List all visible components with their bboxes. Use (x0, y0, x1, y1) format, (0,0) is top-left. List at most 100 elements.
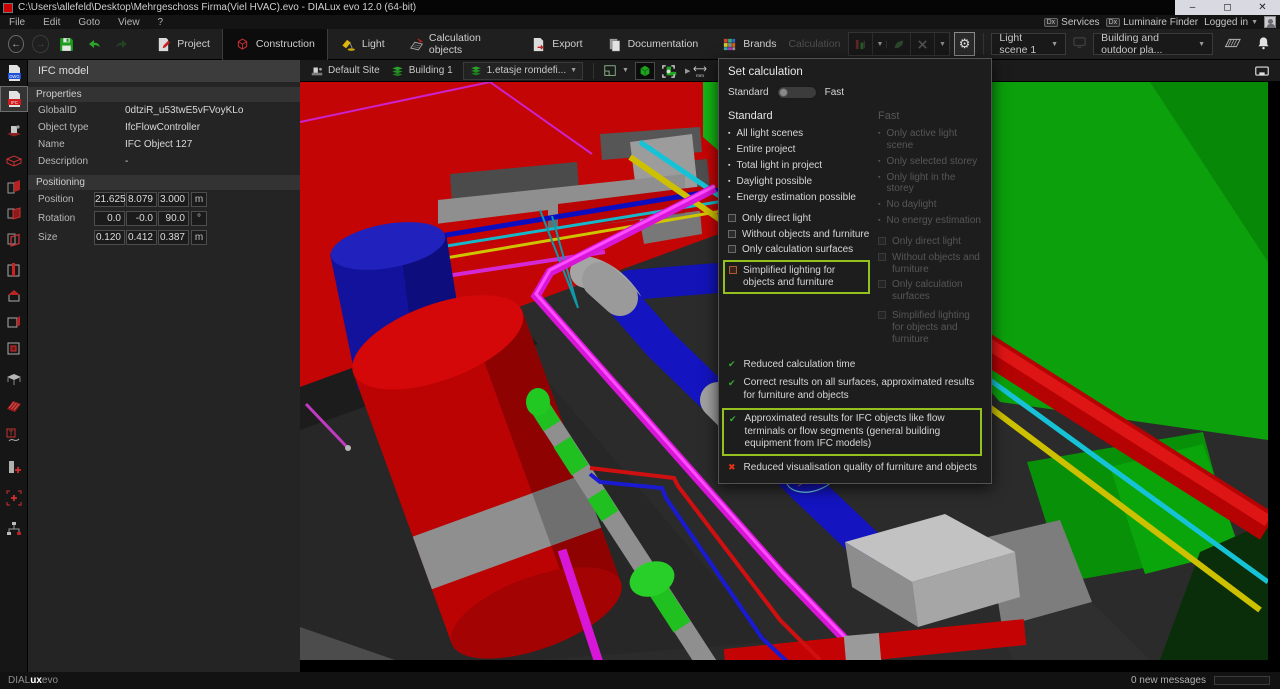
standard-bullet: ▪Energy estimation possible (728, 192, 870, 204)
calculation-mode-toggle[interactable] (777, 86, 817, 99)
floor-plan-button[interactable] (600, 62, 620, 80)
tab-export[interactable]: Export (519, 29, 594, 60)
checkbox-icon (729, 266, 737, 274)
result-item: ✔Approximated results for IFC objects li… (729, 413, 975, 451)
check-icon: ✔ (728, 359, 736, 370)
position-x-field[interactable]: 21.625 (94, 192, 125, 207)
checkbox-only-calc-surfaces[interactable]: Only calculation surfaces (728, 244, 870, 256)
back-button[interactable]: ← (8, 35, 24, 53)
display-mode-button[interactable] (1072, 36, 1087, 52)
forward-button[interactable]: → (32, 35, 48, 53)
calculation-settings-button[interactable]: ⚙ (954, 32, 974, 56)
menu-help[interactable]: ? (149, 17, 173, 28)
messages-label[interactable]: 0 new messages (1131, 675, 1206, 686)
single-view-button[interactable] (1252, 62, 1272, 80)
cross-icon: ✖ (728, 462, 736, 473)
bullet-icon: ▪ (728, 192, 730, 204)
furniture-icon[interactable] (0, 366, 28, 392)
tab-light[interactable]: Light (328, 29, 397, 60)
checkbox-icon (878, 253, 886, 261)
chevron-down-icon: ▼ (1198, 41, 1205, 48)
chevron-down-icon: ▼ (570, 67, 577, 74)
zoom-fit-button[interactable] (658, 62, 678, 80)
rotation-y-field[interactable]: -0.0 (126, 211, 157, 226)
highlight-box-ifc-results: ✔Approximated results for IFC objects li… (722, 408, 982, 456)
rotation-unit: ° (191, 211, 207, 226)
checkbox-icon (728, 245, 736, 253)
planning-mode-dropdown[interactable]: Building and outdoor pla...▼ (1093, 33, 1213, 55)
description-value: - (125, 156, 128, 167)
rotation-x-field[interactable]: 0.0 (94, 211, 125, 226)
window-controls: – ◻ ✕ (1175, 0, 1280, 15)
redo-button[interactable] (112, 33, 132, 55)
light-scene-dropdown[interactable]: Light scene 1▼ (991, 33, 1066, 55)
menu-view[interactable]: View (109, 17, 149, 28)
size-y-field[interactable]: 0.412 (126, 230, 157, 245)
cancel-calculation-button[interactable] (911, 33, 935, 55)
checkbox-only-direct-light[interactable]: Only direct light (728, 213, 870, 225)
storey-icon[interactable] (0, 148, 28, 174)
dwg-file-icon[interactable]: DWG (0, 60, 28, 86)
close-button[interactable]: ✕ (1248, 0, 1278, 15)
svg-text:DWG: DWG (9, 74, 19, 79)
monitor-icon (1072, 36, 1087, 49)
luminaire-finder-button[interactable]: Dx Luminaire Finder (1106, 17, 1199, 28)
tab-construction[interactable]: Construction (222, 29, 328, 60)
checkbox-without-objects[interactable]: Without objects and furniture (728, 229, 870, 241)
site-icon[interactable] (0, 117, 28, 143)
add-column-icon[interactable] (0, 454, 28, 480)
storey-dropdown[interactable]: 1.etasje romdefi... ▼ (463, 62, 583, 80)
toggle-knob (779, 88, 788, 97)
text-label-icon[interactable]: T (0, 423, 28, 449)
roof-icon[interactable] (0, 283, 28, 309)
rotation-z-field[interactable]: 90.0 (158, 211, 189, 226)
tab-calculation-objects[interactable]: Calculation objects (397, 29, 520, 60)
ceiling-icon[interactable] (0, 200, 28, 226)
logged-in-dropdown[interactable]: Logged in▼ (1204, 17, 1258, 28)
render-quality-button[interactable] (1221, 37, 1241, 52)
tab-documentation[interactable]: Documentation (595, 29, 711, 60)
minimize-button[interactable]: – (1178, 0, 1208, 15)
ifc-file-icon[interactable]: IFC (0, 86, 28, 112)
measure-button[interactable]: mm (690, 62, 710, 80)
structure-tree-icon[interactable] (0, 516, 28, 542)
menu-file[interactable]: File (0, 17, 34, 28)
chevron-down-icon[interactable]: ▼ (935, 41, 949, 48)
size-x-field[interactable]: 0.120 (94, 230, 125, 245)
checkbox-simplified-lighting[interactable]: Simplified lighting for objects and furn… (729, 265, 864, 289)
room-icon[interactable] (0, 226, 28, 252)
menu-edit[interactable]: Edit (34, 17, 69, 28)
save-icon (58, 36, 75, 53)
size-z-field[interactable]: 0.387 (158, 230, 189, 245)
dialux-logo: DIALuxevo (8, 675, 58, 686)
wall-icon[interactable] (0, 174, 28, 200)
chevron-down-icon[interactable]: ▼ (873, 41, 887, 48)
bullet-icon: ▪ (728, 128, 730, 140)
position-y-field[interactable]: 8.079 (126, 192, 157, 207)
menu-goto[interactable]: Goto (69, 17, 109, 28)
app-icon (3, 3, 13, 13)
tab-brands[interactable]: Brands (710, 29, 788, 60)
paste-object-icon[interactable] (0, 485, 28, 511)
column-icon[interactable] (0, 257, 28, 283)
energy-button[interactable] (887, 33, 911, 55)
undo-button[interactable] (84, 33, 104, 55)
opening-icon[interactable] (0, 335, 28, 361)
result-item: ✔Reduced calculation time (728, 359, 982, 372)
tab-project[interactable]: Project (144, 29, 222, 60)
notifications-button[interactable] (1257, 36, 1270, 53)
position-z-field[interactable]: 3.000 (158, 192, 189, 207)
building-button[interactable]: Building 1 (390, 64, 453, 78)
window-icon[interactable] (0, 309, 28, 335)
svg-text:mm: mm (696, 73, 704, 78)
save-button[interactable] (57, 33, 77, 55)
avatar[interactable] (1264, 16, 1276, 28)
start-calculation-button[interactable] (849, 33, 873, 55)
maximize-button[interactable]: ◻ (1213, 0, 1243, 15)
default-site-button[interactable]: Default Site (310, 64, 380, 78)
statusbar: DIALuxevo 0 new messages (0, 672, 1280, 689)
chevron-down-icon[interactable]: ▼ (622, 67, 629, 74)
services-button[interactable]: Dx Services (1044, 17, 1100, 28)
surface-texture-icon[interactable] (0, 392, 28, 418)
view-3d-button[interactable] (635, 62, 655, 80)
